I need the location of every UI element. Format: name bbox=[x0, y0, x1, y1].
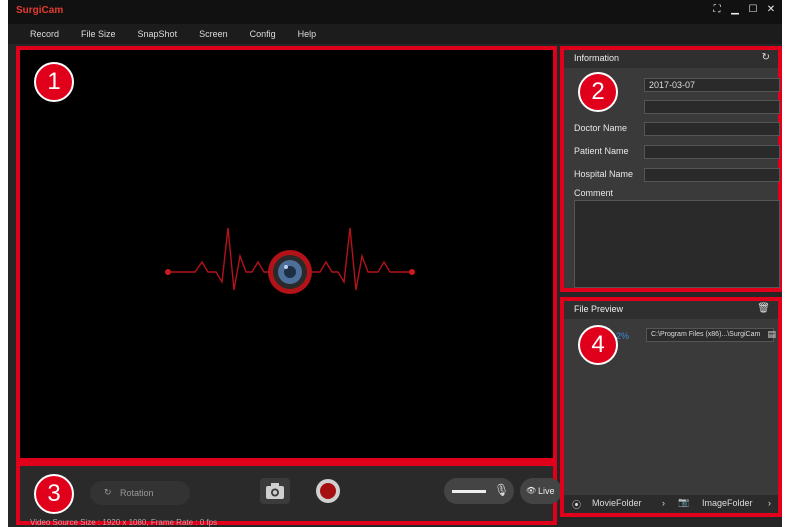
video-status: Video Source Size : 1920 x 1080, Frame R… bbox=[30, 518, 218, 527]
eye-icon: 👁 bbox=[526, 486, 537, 495]
image-folder-icon: 📷 bbox=[678, 498, 690, 508]
maximize-icon[interactable]: ☐ bbox=[748, 5, 758, 15]
menu-help[interactable]: Help bbox=[298, 24, 317, 44]
callout-3: 3 bbox=[34, 474, 74, 514]
video-area: 1 bbox=[16, 46, 557, 462]
information-title: Information bbox=[574, 53, 620, 63]
movie-folder-icon: ⦿ bbox=[572, 501, 582, 511]
information-panel: Information ↻ 2017-03-07 Doctor Name Pat… bbox=[560, 46, 782, 292]
storage-percent: 2% bbox=[616, 331, 630, 341]
rotation-icon: ↻ bbox=[104, 488, 112, 498]
menu-bar: Record File Size SnapShot Screen Config … bbox=[8, 24, 782, 44]
menu-snapshot[interactable]: SnapShot bbox=[138, 24, 178, 44]
live-label: Live bbox=[538, 486, 555, 496]
minimize-icon[interactable]: ▁ bbox=[730, 5, 740, 15]
record-button[interactable] bbox=[316, 479, 340, 503]
menu-record[interactable]: Record bbox=[30, 24, 59, 44]
mic-icon[interactable]: 🎙 bbox=[494, 483, 509, 497]
camera-lens-icon bbox=[268, 250, 312, 294]
trash-icon[interactable]: 🗑 bbox=[757, 303, 770, 314]
movie-folder-button[interactable]: MovieFolder bbox=[592, 498, 642, 508]
menu-file-size[interactable]: File Size bbox=[81, 24, 116, 44]
callout-4: 4 bbox=[578, 325, 618, 365]
window-controls: ⛶ ▁ ☐ ✕ bbox=[712, 5, 776, 15]
menu-config[interactable]: Config bbox=[250, 24, 276, 44]
app-title: SurgiCam bbox=[16, 5, 64, 16]
close-icon[interactable]: ✕ bbox=[766, 5, 776, 15]
callout-2: 2 bbox=[578, 72, 618, 112]
comment-textarea[interactable] bbox=[574, 200, 780, 288]
title-bar: SurgiCam ⛶ ▁ ☐ ✕ bbox=[8, 0, 782, 24]
chevron-right-icon[interactable]: › bbox=[768, 498, 771, 508]
file-preview-header: File Preview 🗑 bbox=[564, 301, 778, 319]
comment-label: Comment bbox=[574, 188, 614, 198]
folder-bar: ⦿ MovieFolder › 📷 ImageFolder › bbox=[564, 495, 778, 513]
fullscreen-icon[interactable]: ⛶ bbox=[712, 5, 722, 15]
information-header: Information ↻ bbox=[564, 50, 778, 68]
date-field[interactable]: 2017-03-07 bbox=[644, 78, 780, 92]
menu-screen[interactable]: Screen bbox=[199, 24, 228, 44]
doctor-label: Doctor Name bbox=[574, 123, 628, 133]
hospital-field[interactable] bbox=[644, 168, 780, 182]
app-window: SurgiCam ⛶ ▁ ☐ ✕ Record File Size SnapSh… bbox=[8, 0, 782, 527]
camera-icon bbox=[266, 483, 284, 499]
patient-label: Patient Name bbox=[574, 146, 629, 156]
doctor-field[interactable] bbox=[644, 122, 780, 136]
volume-slider[interactable] bbox=[452, 490, 486, 493]
pulse-logo bbox=[165, 227, 415, 294]
file-preview-panel: File Preview 🗑 2% C:\Program Files (x86)… bbox=[560, 297, 782, 517]
secondary-field[interactable] bbox=[644, 100, 780, 114]
save-path-field[interactable]: C:\Program Files (x86)...\SurgiCam bbox=[646, 328, 774, 342]
rotation-label: Rotation bbox=[120, 488, 154, 498]
volume-control: 🎙 bbox=[444, 478, 514, 504]
control-bar: 3 ↻ Rotation 🎙 👁 Live Video Source Size … bbox=[16, 462, 562, 527]
file-preview-title: File Preview bbox=[574, 304, 624, 314]
image-folder-button[interactable]: ImageFolder bbox=[702, 498, 753, 508]
live-button[interactable]: 👁 Live bbox=[520, 478, 562, 504]
chevron-right-icon[interactable]: › bbox=[662, 498, 665, 508]
rotation-button[interactable]: ↻ Rotation bbox=[90, 481, 190, 505]
patient-field[interactable] bbox=[644, 145, 780, 159]
folder-icon[interactable]: ▤ bbox=[767, 330, 776, 340]
hospital-label: Hospital Name bbox=[574, 169, 634, 179]
refresh-icon[interactable]: ↻ bbox=[762, 52, 770, 63]
snapshot-button[interactable] bbox=[260, 478, 290, 504]
